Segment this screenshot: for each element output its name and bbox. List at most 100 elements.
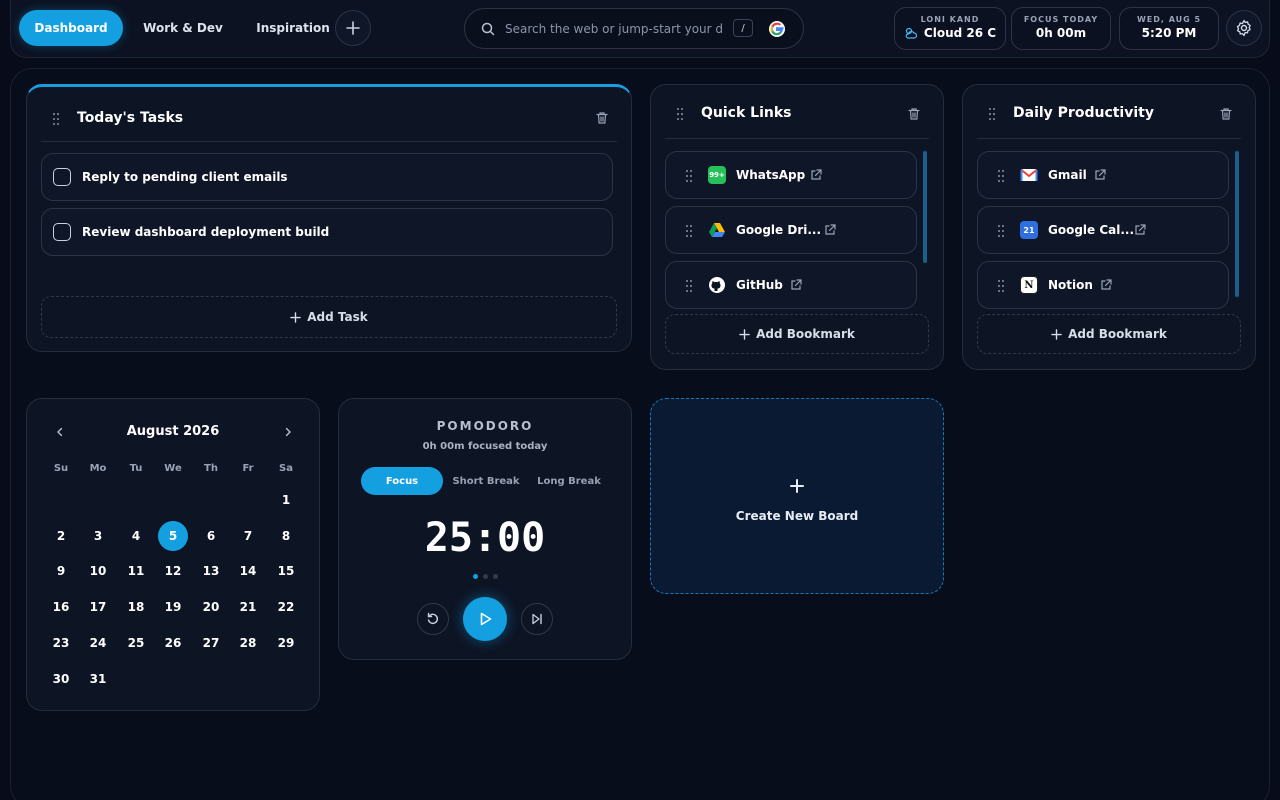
calendar-day[interactable]: 13 [196,556,226,586]
task-text: Review dashboard deployment build [82,225,330,239]
calendar-day[interactable]: 30 [46,664,76,694]
calendar-day[interactable]: 3 [83,521,113,551]
add-bookmark-button[interactable]: Add Bookmark [665,314,929,354]
bookmark-item[interactable]: N Notion [977,261,1229,309]
calendar-day[interactable]: 17 [83,592,113,622]
drag-handle-icon[interactable] [686,280,694,292]
create-board-button[interactable]: Create New Board [650,398,944,594]
calendar-day[interactable]: 14 [233,556,263,586]
bookmark-name: GitHub [736,278,783,292]
calendar-day[interactable]: 2 [46,521,76,551]
calendar-day[interactable]: 1 [271,485,301,515]
whatsapp-icon: 99+ [708,166,726,184]
drag-handle-icon[interactable] [686,225,694,237]
external-link-icon[interactable] [790,279,802,291]
search-input[interactable]: Search the web or jump-start your day [505,22,723,36]
task-checkbox[interactable] [53,168,71,186]
weather-widget[interactable]: LONI KAND Cloud 26 C [894,7,1006,50]
add-task-button[interactable]: Add Task [41,296,617,338]
mode-short-break-button[interactable]: Short Break [447,467,525,495]
calendar-day[interactable]: 22 [271,592,301,622]
drag-handle-icon[interactable] [989,108,997,120]
drag-handle-icon[interactable] [998,170,1006,182]
calendar-day[interactable]: 9 [46,556,76,586]
calendar-day[interactable]: 23 [46,628,76,658]
weekday-header: We [164,463,182,474]
bookmark-item[interactable]: Gmail [977,151,1229,199]
drag-handle-icon[interactable] [998,225,1006,237]
divider [41,141,617,142]
gear-icon [1236,19,1251,37]
calendar-day[interactable]: 20 [196,592,226,622]
calendar-day[interactable]: 28 [233,628,263,658]
tab-work-dev[interactable]: Work & Dev [129,10,237,46]
drag-handle-icon[interactable] [686,170,694,182]
calendar-day[interactable]: 27 [196,628,226,658]
session-dot [492,574,498,579]
reset-button[interactable] [417,603,449,635]
calendar-day[interactable]: 7 [233,521,263,551]
external-link-icon[interactable] [1100,279,1112,291]
plus-icon [290,311,302,323]
tab-label: Work & Dev [143,21,223,35]
google-icon[interactable] [769,21,785,37]
tab-dashboard[interactable]: Dashboard [19,10,123,46]
play-button[interactable] [463,597,507,641]
drag-handle-icon[interactable] [677,108,685,120]
bookmark-item[interactable]: GitHub [665,261,917,309]
calendar-day[interactable]: 19 [158,592,188,622]
chevron-right-icon[interactable] [283,427,293,437]
calendar-day[interactable]: 16 [46,592,76,622]
calendar-day[interactable]: 29 [271,628,301,658]
calendar-day[interactable]: 8 [271,521,301,551]
external-link-icon[interactable] [1094,169,1106,181]
bookmark-item[interactable]: 99+ WhatsApp [665,151,917,199]
bookmark-item[interactable]: Google Dri... [665,206,917,254]
calendar-day[interactable]: 6 [196,521,226,551]
calendar-day[interactable]: 21 [233,592,263,622]
calendar-day[interactable]: 26 [158,628,188,658]
bookmark-name: Gmail [1048,168,1087,182]
trash-icon[interactable] [595,111,609,125]
mode-focus-button[interactable]: Focus [361,467,443,495]
bookmark-name: Google Dri... [736,223,822,237]
calendar-day[interactable]: 11 [121,556,151,586]
cloud-sun-icon [905,27,917,39]
calendar-day[interactable]: 12 [158,556,188,586]
add-bookmark-button[interactable]: Add Bookmark [977,314,1241,354]
add-tab-button[interactable] [335,10,371,46]
calendar-day-selected[interactable]: 5 [158,520,188,551]
trash-icon[interactable] [1219,107,1233,121]
settings-button[interactable] [1226,10,1262,46]
mode-label: Long Break [537,475,601,487]
weekday-header: Th [204,463,218,474]
calendar-day[interactable]: 18 [121,592,151,622]
drag-handle-icon[interactable] [998,280,1006,292]
external-link-icon[interactable] [1134,224,1146,236]
weather-value: Cloud 26 C [923,26,997,40]
mode-long-break-button[interactable]: Long Break [529,467,609,495]
external-link-icon[interactable] [824,224,836,236]
skip-button[interactable] [521,603,553,635]
calendar-day[interactable]: 25 [121,628,151,658]
search-icon [481,22,495,36]
search-bar[interactable]: Search the web or jump-start your day / [464,8,804,49]
scrollbar[interactable] [923,151,927,263]
task-item[interactable]: Reply to pending client emails [41,153,613,201]
calendar-day[interactable]: 31 [83,664,113,694]
task-checkbox[interactable] [53,223,71,241]
bookmark-item[interactable]: 21 Google Cal... [977,206,1229,254]
calendar-card: August 2026 Su Mo Tu We Th Fr Sa 1 2 3 4 5 6 7 8 9 10 11 1… [26,398,320,711]
calendar-day[interactable]: 10 [83,556,113,586]
calendar-day[interactable]: 15 [271,556,301,586]
task-item[interactable]: Review dashboard deployment build [41,208,613,256]
calendar-day[interactable]: 24 [83,628,113,658]
time-value: 5:20 PM [1141,26,1197,40]
trash-icon[interactable] [907,107,921,121]
drag-handle-icon[interactable] [53,113,61,125]
tab-inspiration[interactable]: Inspiration [239,10,347,46]
external-link-icon[interactable] [810,169,822,181]
bookmark-name: Notion [1048,278,1093,292]
scrollbar[interactable] [1235,151,1239,297]
calendar-day[interactable]: 4 [121,521,151,551]
